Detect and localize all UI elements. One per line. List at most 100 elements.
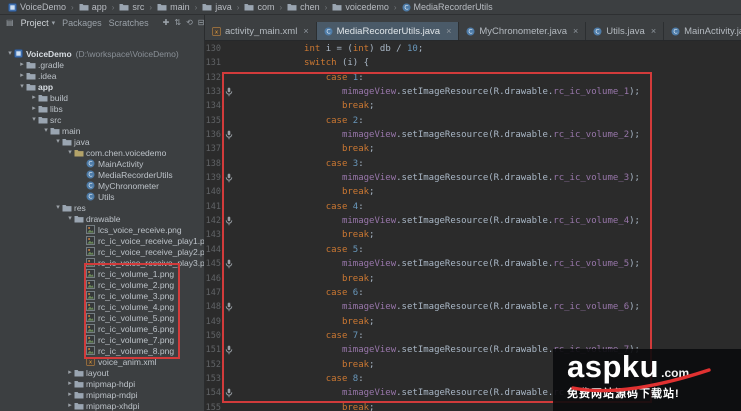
chevron-right-icon[interactable]: ▸ xyxy=(30,103,38,114)
nav-item-chen[interactable]: chen xyxy=(285,2,322,12)
drawable-preview-icon[interactable] xyxy=(222,85,236,99)
tree-item-.gradle[interactable]: ▸ .gradle xyxy=(0,59,204,70)
tree-item-build[interactable]: ▸ build xyxy=(0,92,204,103)
chevron-right-icon[interactable]: ▸ xyxy=(66,367,74,378)
tree-item-rc_ic_volume_1.png[interactable]: rc_ic_volume_1.png xyxy=(0,268,204,279)
code-line: 141 case 4: xyxy=(205,200,741,214)
nav-item-mediarecorderutils[interactable]: C MediaRecorderUtils xyxy=(400,2,495,12)
tree-item-MainActivity[interactable]: C MainActivity xyxy=(0,158,204,169)
chevron-down-icon[interactable]: ▾ xyxy=(54,202,62,213)
class-icon: C xyxy=(86,170,97,179)
tab-scratches[interactable]: Scratches xyxy=(109,18,149,28)
sort-icon[interactable]: ⇅ xyxy=(174,18,181,27)
tree-item-rc_ic_volume_7.png[interactable]: rc_ic_volume_7.png xyxy=(0,334,204,345)
nav-item-java[interactable]: java xyxy=(200,2,234,12)
folder-icon xyxy=(62,138,73,146)
chevron-right-icon[interactable]: ▸ xyxy=(66,389,74,400)
code-text: case 8: xyxy=(325,373,364,384)
chevron-down-icon[interactable]: ▾ xyxy=(66,213,74,224)
collapse-all-icon[interactable]: ⊟ xyxy=(198,18,204,27)
chevron-down-icon[interactable]: ▾ xyxy=(18,81,26,92)
tree-item-rc_ic_voice_receive_play3.png[interactable]: rc_ic_voice_receive_play3.png xyxy=(0,257,204,268)
chevron-right-icon[interactable]: ▸ xyxy=(30,92,38,103)
drawable-preview-icon[interactable] xyxy=(222,386,236,400)
tree-item-rc_ic_volume_3.png[interactable]: rc_ic_volume_3.png xyxy=(0,290,204,301)
tree-item-MyChronometer[interactable]: C MyChronometer xyxy=(0,180,204,191)
tree-item-res[interactable]: ▾ res xyxy=(0,202,204,213)
chevron-right-icon[interactable]: ▸ xyxy=(18,70,26,81)
tree-item-src[interactable]: ▾ src xyxy=(0,114,204,125)
tree-item-rc_ic_volume_6.png[interactable]: rc_ic_volume_6.png xyxy=(0,323,204,334)
folder-icon xyxy=(38,116,49,124)
tree-item-rc_ic_volume_2.png[interactable]: rc_ic_volume_2.png xyxy=(0,279,204,290)
tab-Utils.java[interactable]: C Utils.java × xyxy=(586,22,665,40)
line-number: 133 xyxy=(205,87,221,98)
tree-item-com.chen.voicedemo[interactable]: ▾ com.chen.voicedemo xyxy=(0,147,204,158)
close-icon[interactable]: × xyxy=(573,26,578,36)
drawable-preview-icon[interactable] xyxy=(222,300,236,314)
tree-item-Utils[interactable]: C Utils xyxy=(0,191,204,202)
close-icon[interactable]: × xyxy=(651,26,656,36)
tab-activity_main.xml[interactable]: x activity_main.xml × xyxy=(205,22,317,40)
close-icon[interactable]: × xyxy=(303,26,308,36)
chevron-right-icon[interactable]: ▸ xyxy=(66,378,74,389)
tree-item-drawable[interactable]: ▾ drawable xyxy=(0,213,204,224)
drawable-preview-icon[interactable] xyxy=(222,214,236,228)
chevron-down-icon[interactable]: ▾ xyxy=(30,114,38,125)
drawable-preview-icon[interactable] xyxy=(222,257,236,271)
tree-item-label: mipmap-xhdpi xyxy=(86,400,140,411)
tree-item-rc_ic_voice_receive_play1.png[interactable]: rc_ic_voice_receive_play1.png xyxy=(0,235,204,246)
gutter-slot xyxy=(222,286,236,300)
close-icon[interactable]: × xyxy=(446,26,451,36)
nav-item-com[interactable]: com xyxy=(242,2,276,12)
scroll-to-source-icon[interactable]: ⟲ xyxy=(186,18,193,27)
tree-item-rc_ic_volume_5.png[interactable]: rc_ic_volume_5.png xyxy=(0,312,204,323)
tree-item-.idea[interactable]: ▸ .idea xyxy=(0,70,204,81)
tree-item-lcs_voice_receive.png[interactable]: lcs_voice_receive.png xyxy=(0,224,204,235)
drawable-preview-icon[interactable] xyxy=(222,343,236,357)
nav-item-voicedemo[interactable]: voicedemo xyxy=(330,2,391,12)
nav-item-voicedemo[interactable]: VoiceDemo xyxy=(6,2,68,12)
add-icon[interactable]: ✚ xyxy=(163,18,170,27)
nav-item-app[interactable]: app xyxy=(77,2,109,12)
tree-item-MediaRecorderUtils[interactable]: C MediaRecorderUtils xyxy=(0,169,204,180)
tab-MyChronometer.java[interactable]: C MyChronometer.java × xyxy=(459,22,587,40)
class-file-icon: C xyxy=(466,27,475,36)
image-icon xyxy=(86,225,97,234)
nav-item-label: MediaRecorderUtils xyxy=(413,2,493,12)
tree-item-mipmap-xhdpi[interactable]: ▸ mipmap-xhdpi xyxy=(0,400,204,411)
image-icon xyxy=(86,280,97,289)
nav-item-main[interactable]: main xyxy=(155,2,192,12)
chevron-right-icon[interactable]: ▸ xyxy=(18,59,26,70)
tree-item-layout[interactable]: ▸ layout xyxy=(0,367,204,378)
line-number: 152 xyxy=(205,359,221,370)
tree-item-libs[interactable]: ▸ libs xyxy=(0,103,204,114)
code-text: mimageView.setImageResource(R.drawable.r… xyxy=(341,302,640,313)
tab-MediaRecorderUtils.java[interactable]: C MediaRecorderUtils.java × xyxy=(316,22,460,40)
chevron-down-icon[interactable]: ▾ xyxy=(54,136,62,147)
tree-item-VoiceDemo[interactable]: ▾ VoiceDemo (D:\workspace\VoiceDemo) xyxy=(0,48,204,59)
tab-packages[interactable]: Packages xyxy=(62,18,102,28)
chevron-down-icon[interactable]: ▾ xyxy=(6,48,14,59)
tab-MainActivity.java[interactable]: CMainActivity.java× xyxy=(664,22,741,40)
folder-icon xyxy=(287,3,297,11)
drawable-preview-icon[interactable] xyxy=(222,128,236,142)
tree-item-label: voice_anim.xml xyxy=(98,356,157,367)
nav-item-src[interactable]: src xyxy=(117,2,146,12)
chevron-right-icon[interactable]: ▸ xyxy=(66,400,74,411)
tree-item-rc_ic_volume_4.png[interactable]: rc_ic_volume_4.png xyxy=(0,301,204,312)
gutter-slot xyxy=(222,372,236,386)
tree-item-rc_ic_volume_8.png[interactable]: rc_ic_volume_8.png xyxy=(0,345,204,356)
tree-item-rc_ic_voice_receive_play2.png[interactable]: rc_ic_voice_receive_play2.png xyxy=(0,246,204,257)
chevron-down-icon[interactable]: ▾ xyxy=(42,125,50,136)
tree-item-main[interactable]: ▾ main xyxy=(0,125,204,136)
project-view-selector[interactable]: Project ▾ xyxy=(21,18,56,28)
tree-item-mipmap-mdpi[interactable]: ▸ mipmap-mdpi xyxy=(0,389,204,400)
tree-item-mipmap-hdpi[interactable]: ▸ mipmap-hdpi xyxy=(0,378,204,389)
chevron-down-icon[interactable]: ▾ xyxy=(66,147,74,158)
tree-item-voice_anim.xml[interactable]: x voice_anim.xml xyxy=(0,356,204,367)
line-number: 145 xyxy=(205,259,221,270)
drawable-preview-icon[interactable] xyxy=(222,171,236,185)
tree-item-java[interactable]: ▾ java xyxy=(0,136,204,147)
tree-item-app[interactable]: ▾ app xyxy=(0,81,204,92)
